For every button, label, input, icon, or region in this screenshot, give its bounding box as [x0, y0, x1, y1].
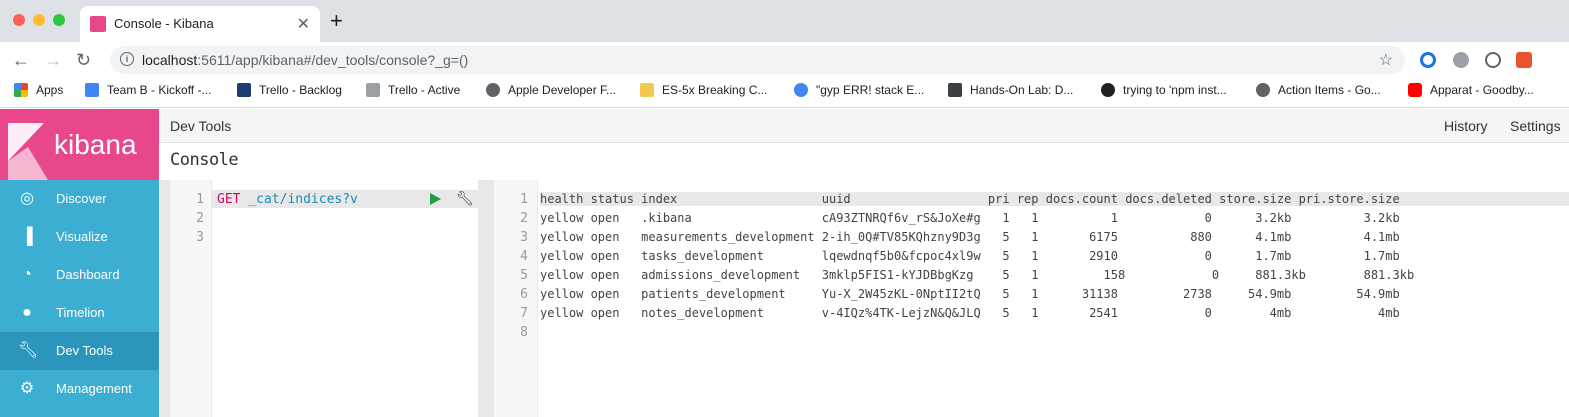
reload-button[interactable]: ↻ — [76, 48, 91, 72]
editor-gutter: 1 2 3 — [170, 180, 212, 417]
bar-chart-icon: ▐ — [21, 228, 33, 245]
info-icon[interactable]: i — [120, 52, 134, 66]
nav-timelion[interactable]: ● Timelion — [0, 294, 159, 332]
globe-icon — [1256, 83, 1270, 97]
compass-icon: ◎ — [20, 190, 34, 207]
request-text[interactable]: GET _cat/indices?v — [217, 192, 358, 207]
nav-dashboard[interactable]: ◔ Dashboard — [0, 256, 159, 294]
line-number: 8 — [520, 325, 528, 340]
line-number: 3 — [520, 230, 528, 245]
extension-3-icon[interactable] — [1485, 52, 1501, 68]
output-gutter: 1 2 3 4 5 6 7 8 — [494, 180, 538, 417]
bookmark-item[interactable]: Hands-On Lab: D... — [948, 83, 1073, 103]
kibana-favicon-icon — [90, 16, 106, 32]
nav-label: Management — [56, 381, 132, 396]
bookmark-item[interactable]: "gyp ERR! stack E... — [794, 83, 924, 103]
address-bar[interactable]: i localhost:5611/app/kibana#/dev_tools/c… — [110, 46, 1405, 74]
response-line: yellow open .kibana cA93ZTNRQf6v_rS&JoXe… — [540, 211, 1400, 225]
response-line: yellow open notes_development v-4IQz%4TK… — [540, 306, 1400, 320]
apps-grid-icon — [14, 83, 28, 97]
line-number: 5 — [520, 268, 528, 283]
nav-label: Dev Tools — [56, 343, 113, 358]
mortarboard-icon — [948, 83, 962, 97]
line-number: 1 — [196, 192, 204, 207]
docs-icon — [85, 83, 99, 97]
browser-toolbar: ← → ↻ i localhost:5611/app/kibana#/dev_t… — [0, 42, 1569, 78]
minimize-window-button[interactable] — [33, 14, 45, 26]
trello-icon — [237, 83, 251, 97]
wrench-icon: 🔧︎ — [18, 342, 39, 359]
trello-icon — [366, 83, 380, 97]
bookmarks-bar: Apps Team B - Kickoff -... Trello - Back… — [0, 78, 1569, 108]
response-line: yellow open tasks_development lqewdnqf5b… — [540, 249, 1400, 263]
elastic-icon — [640, 83, 654, 97]
request-method: GET — [217, 192, 241, 207]
page-title: Dev Tools — [170, 118, 232, 134]
back-button[interactable]: ← — [12, 48, 30, 72]
gear-icon: ⚙ — [19, 380, 35, 397]
extension-2-icon[interactable] — [1453, 52, 1469, 68]
extension-1-icon[interactable] — [1420, 52, 1436, 68]
url-text[interactable]: localhost:5611/app/kibana#/dev_tools/con… — [142, 52, 468, 68]
kibana-wordmark: kibana — [54, 129, 137, 160]
line-number: 2 — [520, 211, 528, 226]
browser-tab[interactable]: Console - Kibana ✕ — [80, 6, 320, 42]
bookmark-item[interactable]: Trello - Active — [366, 83, 460, 103]
nav-discover[interactable]: ◎ Discover — [0, 180, 159, 218]
line-number: 2 — [196, 211, 204, 226]
nav-management[interactable]: ⚙ Management — [0, 370, 159, 408]
maximize-window-button[interactable] — [53, 14, 65, 26]
line-number: 6 — [520, 287, 528, 302]
nav-dev-tools[interactable]: 🔧︎ Dev Tools — [0, 332, 159, 370]
globe-icon — [486, 83, 500, 97]
new-tab-button[interactable]: + — [330, 10, 343, 32]
bookmark-item[interactable]: Trello - Backlog — [237, 83, 342, 103]
bookmark-star-icon[interactable]: ☆ — [1379, 50, 1393, 70]
bookmark-item[interactable]: ES-5x Breaking C... — [640, 83, 767, 103]
nav-visualize[interactable]: ▐ Visualize — [0, 218, 159, 256]
kibana-logo[interactable]: kibana — [0, 109, 159, 180]
history-link[interactable]: History — [1444, 118, 1488, 134]
response-line: yellow open patients_development Yu-X_2W… — [540, 287, 1400, 301]
forward-button[interactable]: → — [44, 48, 62, 72]
settings-link[interactable]: Settings — [1510, 118, 1561, 134]
browser-tab-strip: Console - Kibana ✕ + — [0, 0, 1569, 42]
nav-label: Visualize — [56, 229, 108, 244]
line-number: 3 — [196, 230, 204, 245]
request-editor[interactable]: 1 2 3 GET _cat/indices?v 🔧︎ — [170, 180, 478, 417]
response-header-line: health status index uuid pri rep docs.co… — [540, 192, 1569, 206]
close-window-button[interactable] — [13, 14, 25, 26]
line-number: 1 — [520, 192, 528, 207]
youtube-icon — [1408, 83, 1422, 97]
dashboard-icon: ◔ — [22, 266, 32, 283]
tab-console[interactable]: Console — [170, 150, 239, 170]
bookmark-item[interactable]: Apple Developer F... — [486, 83, 616, 103]
bookmark-apps[interactable]: Apps — [14, 83, 63, 103]
google-icon — [794, 83, 808, 97]
request-path: _cat/indices?v — [248, 192, 358, 207]
kibana-logo-icon — [8, 123, 48, 180]
kibana-sidebar: kibana ◎ Discover ▐ Visualize ◔ Dashboar… — [0, 109, 159, 417]
play-icon[interactable] — [430, 193, 441, 205]
wrench-icon[interactable]: 🔧︎ — [456, 190, 474, 207]
close-tab-icon[interactable]: ✕ — [297, 14, 310, 34]
response-line: yellow open measurements_development 2-i… — [540, 230, 1400, 244]
bookmark-item[interactable]: Team B - Kickoff -... — [85, 83, 211, 103]
dev-tools-topbar: Dev Tools History Settings — [159, 109, 1569, 143]
extension-4-icon[interactable] — [1516, 52, 1532, 68]
bookmark-item[interactable]: trying to 'npm inst... — [1101, 83, 1227, 103]
tab-title: Console - Kibana — [114, 16, 214, 31]
nav-label: Timelion — [56, 305, 105, 320]
bookmark-item[interactable]: Apparat - Goodby... — [1408, 83, 1534, 103]
bookmark-item[interactable]: Action Items - Go... — [1256, 83, 1381, 103]
timelion-icon: ● — [22, 304, 32, 321]
nav-label: Discover — [56, 191, 107, 206]
response-line: yellow open admissions_development 3mklp… — [540, 268, 1415, 282]
line-number: 7 — [520, 306, 528, 321]
nav-label: Dashboard — [56, 267, 120, 282]
response-output[interactable]: 1 2 3 4 5 6 7 8 health status index uuid… — [494, 180, 1569, 417]
line-number: 4 — [520, 249, 528, 264]
github-icon — [1101, 83, 1115, 97]
